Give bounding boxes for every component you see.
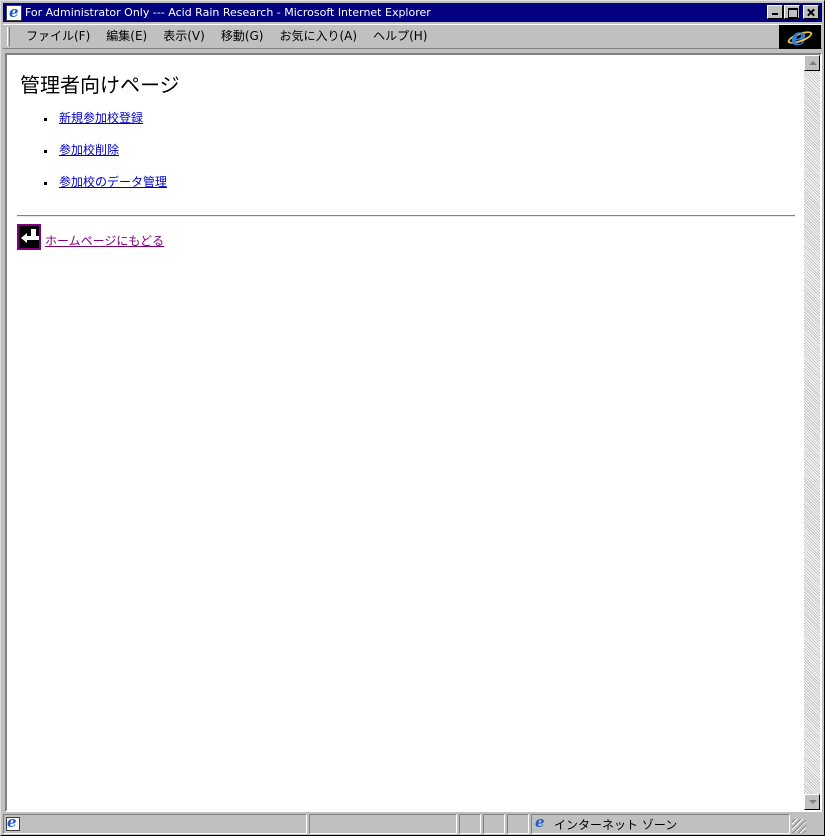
menu-file[interactable]: ファイル(F) [18,27,98,46]
page-title: 管理者向けページ [20,73,180,97]
link-school-data-management[interactable]: 参加校のデータ管理 [59,173,167,190]
maximize-button[interactable] [784,5,800,19]
resize-grip[interactable] [792,819,806,833]
link-register-school[interactable]: 新規参加校登録 [59,109,143,126]
status-panel-zone: e インターネット ゾーン [531,813,790,834]
ie-page-icon[interactable] [6,3,22,21]
browser-window: For Administrator Only --- Acid Rain Res… [0,0,825,836]
list-item: 参加校削除 [44,141,167,173]
status-panel-3 [507,814,529,834]
status-panel-main: e [3,813,307,834]
title-bar[interactable]: For Administrator Only --- Acid Rain Res… [3,3,822,22]
status-panel-1 [459,814,481,834]
ie-logo-icon: e [786,22,814,51]
zone-label: インターネット ゾーン [554,817,678,832]
ie-throbber: e [779,22,821,51]
menu-favorites[interactable]: お気に入り(A) [271,27,365,46]
bullet-icon [44,118,47,121]
link-delete-school[interactable]: 参加校削除 [59,141,119,158]
list-item: 新規参加校登録 [44,109,167,141]
list-item: 参加校のデータ管理 [44,173,167,205]
toolbar-grip[interactable] [7,27,10,46]
link-back-home[interactable]: ホームページにもどる [45,232,164,249]
page-content: 管理者向けページ 新規参加校登録 参加校削除 参加校のデータ管理 ホームページに… [7,55,802,810]
window-title: For Administrator Only --- Acid Rain Res… [25,6,431,19]
status-bar: e e インターネット ゾーン [3,813,822,834]
menu-bar: ファイル(F) 編集(E) 表示(V) 移動(G) お気に入り(A) ヘルプ(H… [3,22,822,51]
back-to-home[interactable]: ホームページにもどる [17,224,164,250]
page-status-icon: e [6,813,22,831]
minimize-button[interactable] [767,5,783,19]
vertical-scrollbar[interactable] [804,55,820,810]
menu-go[interactable]: 移動(G) [213,27,272,46]
scroll-down-button[interactable] [804,794,820,810]
horizontal-rule [17,215,795,217]
bullet-icon [44,150,47,153]
menu-help[interactable]: ヘルプ(H) [365,27,435,46]
menu-edit[interactable]: 編集(E) [98,27,155,46]
internet-zone-icon: e [535,813,545,831]
content-frame: 管理者向けページ 新規参加校登録 参加校削除 参加校のデータ管理 ホームページに… [5,53,822,812]
admin-link-list: 新規参加校登録 参加校削除 参加校のデータ管理 [44,109,167,205]
status-panel-2 [483,814,505,834]
bullet-icon [44,182,47,185]
return-arrow-icon[interactable] [17,224,41,250]
menu-view[interactable]: 表示(V) [155,27,213,46]
window-controls [766,5,819,19]
scroll-up-button[interactable] [804,55,820,71]
status-panel-progress [309,814,457,834]
close-button[interactable] [803,5,819,19]
